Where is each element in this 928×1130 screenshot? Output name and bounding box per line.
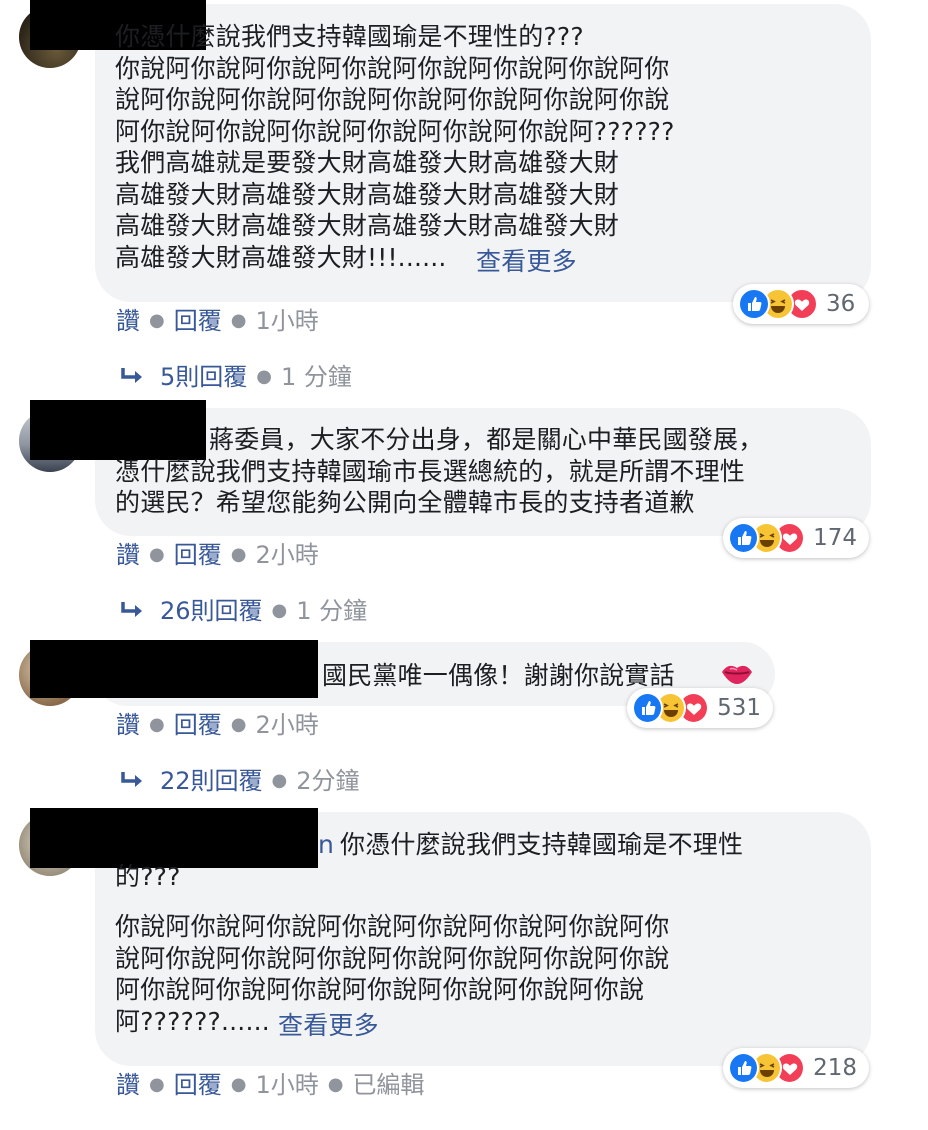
reaction-summary[interactable]: 531 bbox=[627, 688, 773, 728]
reaction-count: 174 bbox=[813, 525, 857, 551]
like-button[interactable]: 讚 bbox=[116, 710, 140, 740]
comment-actions: 讚 ● 回覆 ● 2小時 bbox=[116, 540, 319, 570]
reply-arrow-icon bbox=[121, 772, 142, 787]
comment-actions: 讚 ● 回覆 ● 1小時 ● 已編輯 bbox=[116, 1070, 424, 1100]
view-replies-link[interactable]: 26則回覆 ● 1 分鐘 bbox=[120, 596, 367, 626]
separator-dot: ● bbox=[271, 770, 288, 791]
separator-dot: ● bbox=[149, 714, 165, 735]
reaction-count: 218 bbox=[813, 1055, 857, 1081]
replies-count[interactable]: 22則回覆 bbox=[160, 766, 263, 796]
reaction-summary[interactable]: 218 bbox=[723, 1048, 869, 1088]
like-button[interactable]: 讚 bbox=[116, 306, 140, 336]
comment-text: 你說阿你說阿你說阿你說阿你說阿你說阿你說阿你 說阿你說阿你說阿你說阿你說阿你說阿… bbox=[115, 912, 670, 1036]
see-more-link[interactable]: 查看更多 bbox=[278, 1010, 379, 1042]
view-replies-link[interactable]: 5則回覆 ● 1 分鐘 bbox=[120, 362, 352, 392]
reaction-summary[interactable]: 36 bbox=[733, 284, 869, 324]
separator-dot: ● bbox=[149, 544, 165, 565]
reaction-summary[interactable]: 174 bbox=[723, 518, 869, 558]
separator-dot: ● bbox=[230, 544, 247, 565]
author-name-fragment[interactable]: n bbox=[318, 829, 334, 861]
reply-arrow-icon bbox=[121, 368, 142, 383]
timestamp[interactable]: 1小時 bbox=[255, 1070, 318, 1100]
lips-emoji bbox=[722, 665, 752, 684]
reply-button[interactable]: 回覆 bbox=[174, 540, 222, 570]
separator-dot: ● bbox=[271, 600, 288, 621]
comment-actions: 讚 ● 回覆 ● 2小時 bbox=[116, 710, 319, 740]
comment-text: 國民黨唯一偶像！謝謝你說實話 bbox=[322, 661, 675, 690]
separator-dot: ● bbox=[327, 1074, 344, 1095]
replies-time: 1 分鐘 bbox=[281, 363, 352, 391]
comment-text: 你憑什麼說我們支持韓國瑜是不理性的??? 你說阿你說阿你說阿你說阿你說阿你說阿你… bbox=[115, 22, 675, 272]
timestamp[interactable]: 2小時 bbox=[255, 540, 318, 570]
replies-time: 1 分鐘 bbox=[296, 597, 368, 625]
like-button[interactable]: 讚 bbox=[116, 540, 140, 570]
see-more-link[interactable]: 查看更多 bbox=[476, 246, 577, 278]
comment-actions: 讚 ● 回覆 ● 1小時 bbox=[116, 306, 319, 336]
separator-dot: ● bbox=[149, 1074, 165, 1095]
like-reaction-icon bbox=[632, 692, 664, 724]
replies-count[interactable]: 5則回覆 bbox=[160, 362, 247, 392]
reply-button[interactable]: 回覆 bbox=[174, 1070, 222, 1100]
comment-text: 的??? bbox=[115, 862, 181, 891]
like-reaction-icon bbox=[738, 288, 770, 320]
reaction-count: 36 bbox=[826, 291, 856, 317]
comment-text: 你憑什麼說我們支持韓國瑜是不理性 bbox=[340, 830, 744, 859]
separator-dot: ● bbox=[256, 366, 272, 387]
replies-count[interactable]: 26則回覆 bbox=[160, 596, 263, 626]
like-reaction-icon bbox=[728, 1052, 760, 1084]
view-replies-link[interactable]: 22則回覆 ● 2分鐘 bbox=[120, 766, 360, 796]
like-reaction-icon bbox=[728, 522, 760, 554]
separator-dot: ● bbox=[230, 310, 247, 331]
reply-button[interactable]: 回覆 bbox=[174, 710, 222, 740]
separator-dot: ● bbox=[230, 1074, 247, 1095]
timestamp[interactable]: 1小時 bbox=[255, 306, 318, 336]
like-button[interactable]: 讚 bbox=[116, 1070, 140, 1100]
separator-dot: ● bbox=[149, 310, 165, 331]
edited-label: 已編輯 bbox=[352, 1071, 425, 1099]
redacted-author-name bbox=[30, 640, 318, 698]
comment-text: 蔣委員，大家不分出身，都是關心中華民國發展， 憑什麼說我們支持韓國瑜市長選總統的… bbox=[115, 425, 764, 517]
reply-button[interactable]: 回覆 bbox=[174, 306, 222, 336]
redacted-author-name bbox=[30, 808, 318, 868]
timestamp[interactable]: 2小時 bbox=[255, 710, 318, 740]
reaction-count: 531 bbox=[717, 695, 761, 721]
reply-arrow-icon bbox=[121, 602, 142, 617]
replies-time: 2分鐘 bbox=[296, 767, 360, 795]
separator-dot: ● bbox=[230, 714, 247, 735]
